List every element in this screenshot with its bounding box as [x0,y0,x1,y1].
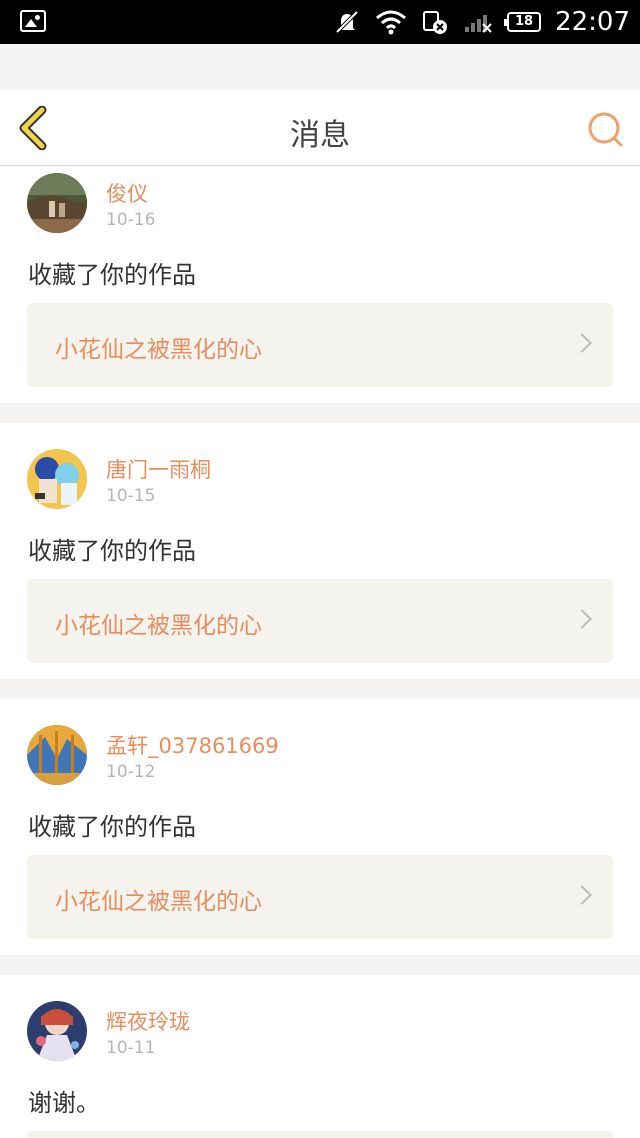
battery-indicator: 18 [504,12,542,32]
message-card: 俊仪 10-16 收藏了你的作品 小花仙之被黑化的心 [0,167,640,403]
message-date: 10-15 [106,486,156,506]
username[interactable]: 孟轩_037861669 [106,730,279,760]
avatar[interactable] [27,449,87,509]
work-link[interactable]: 小花仙之被黑化的心 [27,855,613,939]
username[interactable]: 辉夜玲珑 [106,1006,190,1036]
message-card: 辉夜玲珑 10-11 谢谢。 [0,975,640,1138]
avatar[interactable] [27,725,87,785]
gallery-notification-icon [20,10,46,32]
header-bar: 消息 [0,90,640,166]
message-text: 收藏了你的作品 [28,261,196,289]
page-title: 消息 [290,118,350,153]
status-icons: 18 22:07 [333,0,630,44]
work-title: 小花仙之被黑化的心 [55,889,262,915]
work-link[interactable]: 小花仙之被黑化的心 [27,579,613,663]
work-link[interactable]: 小花仙之被黑化的心 [27,303,613,387]
work-title: 小花仙之被黑化的心 [55,613,262,639]
work-title: 小花仙之被黑化的心 [55,337,262,363]
message-text: 收藏了你的作品 [28,537,196,565]
message-date: 10-16 [106,210,156,230]
message-card: 唐门一雨桐 10-15 收藏了你的作品 小花仙之被黑化的心 [0,423,640,679]
username[interactable]: 俊仪 [106,178,148,208]
chevron-right-icon [572,609,592,629]
avatar[interactable] [27,1001,87,1061]
avatar[interactable] [27,173,87,233]
username[interactable]: 唐门一雨桐 [106,454,211,484]
message-text: 收藏了你的作品 [28,813,196,841]
work-link[interactable] [27,1131,613,1138]
message-date: 10-12 [106,762,156,782]
chevron-right-icon [572,885,592,905]
message-text: 谢谢。 [28,1089,100,1117]
status-bar: 18 22:07 [0,0,640,44]
search-icon[interactable] [586,110,624,148]
chevron-right-icon [572,333,592,353]
top-spacer [0,44,640,90]
sim-error-icon [423,11,448,34]
message-card: 孟轩_037861669 10-12 收藏了你的作品 小花仙之被黑化的心 [0,699,640,955]
mute-icon [335,10,359,34]
clock: 22:07 [555,7,630,37]
signal-icon [465,15,492,33]
wifi-icon [376,10,407,35]
message-date: 10-11 [106,1038,156,1058]
